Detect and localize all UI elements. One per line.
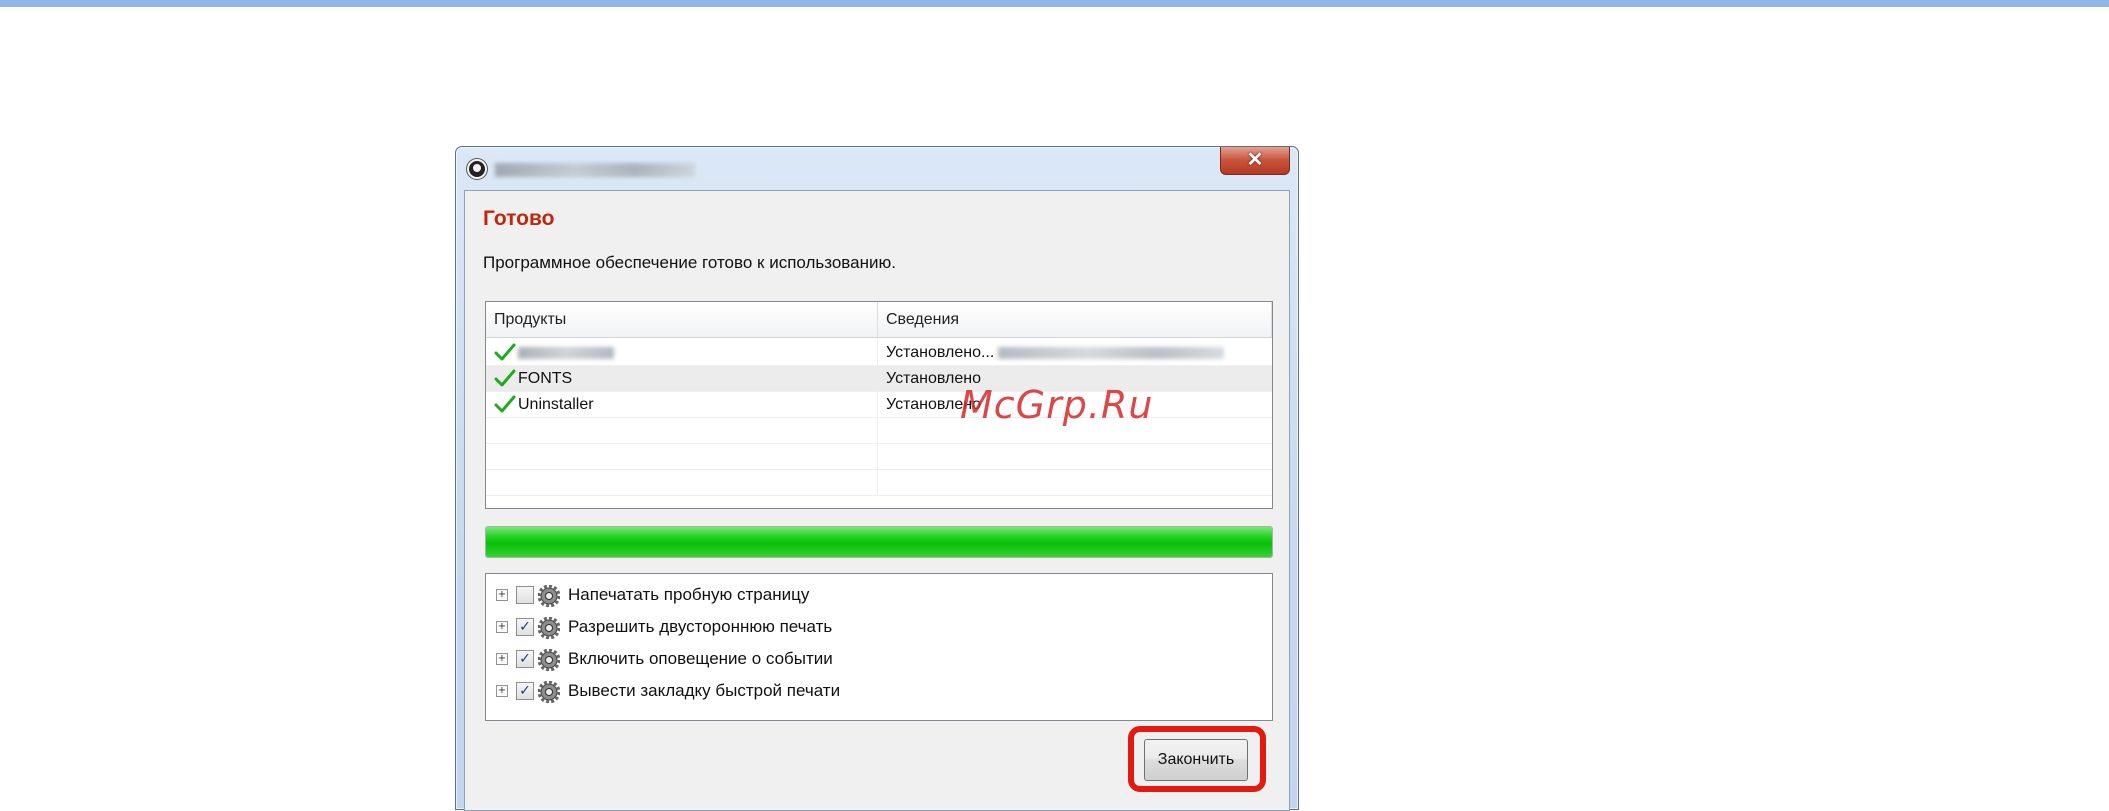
table-row[interactable]: Uninstaller Установлено (486, 392, 1272, 418)
option-print-test-page[interactable]: + Напечатать пробную страницу (496, 582, 1256, 608)
gear-icon (538, 649, 560, 671)
gear-icon (538, 585, 560, 607)
empty-row (486, 444, 1272, 470)
product-name-blurred (518, 347, 614, 359)
gear-icon (538, 681, 560, 703)
empty-row (486, 418, 1272, 444)
table-row[interactable]: FONTS Установлено (486, 366, 1272, 392)
option-label: Напечатать пробную страницу (568, 585, 810, 604)
close-button[interactable]: ✕ (1220, 147, 1290, 175)
watermark: McGrp.Ru (960, 383, 1154, 427)
product-status: Установлено... (886, 344, 995, 361)
title-bar[interactable]: ✕ (456, 147, 1298, 189)
empty-row (486, 470, 1272, 496)
column-header-products[interactable]: Продукты (486, 302, 878, 338)
window-title-blurred (495, 163, 695, 177)
option-quick-print-tab[interactable]: + ✓ Вывести закладку быстрой печати (496, 678, 1256, 704)
options-tree: + Напечатать пробную страницу + ✓ Разреш… (485, 573, 1273, 721)
product-list-header: Продукты Сведения (486, 302, 1272, 338)
progress-fill (486, 527, 1272, 557)
expand-icon[interactable]: + (496, 621, 508, 633)
checkmark-icon (494, 343, 516, 361)
option-duplex-print[interactable]: + ✓ Разрешить двустороннюю печать (496, 614, 1256, 640)
checkbox[interactable]: ✓ (516, 618, 534, 636)
option-label: Включить оповещение о событии (568, 649, 833, 668)
option-label: Вывести закладку быстрой печати (568, 681, 841, 700)
expand-icon[interactable]: + (496, 685, 508, 697)
checkbox[interactable] (516, 586, 534, 604)
checkmark-icon (494, 369, 516, 387)
expand-icon[interactable]: + (496, 589, 508, 601)
gear-icon (538, 617, 560, 639)
checkbox[interactable]: ✓ (516, 682, 534, 700)
expand-icon[interactable]: + (496, 653, 508, 665)
dialog-body: Готово Программное обеспечение готово к … (464, 190, 1290, 811)
status-detail-blurred (998, 346, 1225, 359)
product-list[interactable]: Продукты Сведения Установлено... FONTS У… (485, 301, 1273, 509)
product-name: Uninstaller (518, 396, 594, 413)
status-message: Программное обеспечение готово к использ… (483, 253, 896, 272)
finish-button[interactable]: Закончить (1144, 739, 1248, 781)
option-event-notification[interactable]: + ✓ Включить оповещение о событии (496, 646, 1256, 672)
option-label: Разрешить двустороннюю печать (568, 617, 833, 636)
table-row[interactable]: Установлено... (486, 340, 1272, 366)
progress-bar (485, 526, 1273, 558)
product-name: FONTS (518, 370, 573, 387)
column-header-details[interactable]: Сведения (878, 302, 1272, 338)
installer-window: ✕ Готово Программное обеспечение готово … (455, 146, 1299, 811)
checkbox[interactable]: ✓ (516, 650, 534, 668)
page-title: Готово (483, 207, 555, 230)
checkmark-icon (494, 395, 516, 413)
app-icon (467, 159, 487, 179)
top-accent-bar (0, 0, 2109, 7)
